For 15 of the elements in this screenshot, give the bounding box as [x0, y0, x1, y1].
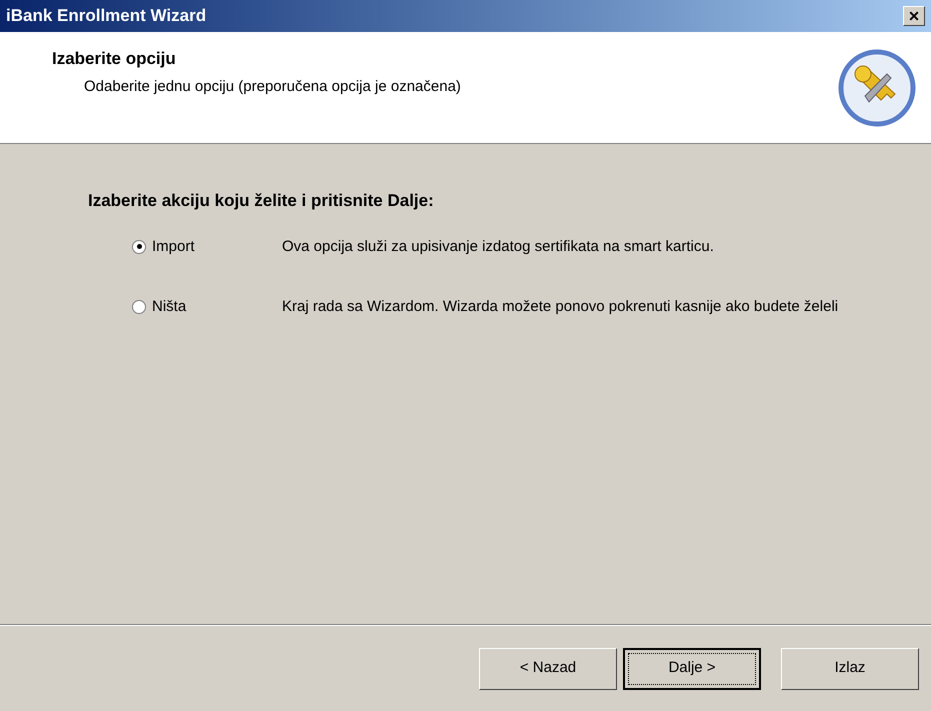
prompt-text: Izaberite akciju koju želite i pritisnite Dalje:: [88, 190, 435, 212]
radio-option[interactable]: Import: [132, 236, 282, 258]
window-title: iBank Enrollment Wizard: [6, 5, 206, 28]
radio-button[interactable]: [132, 240, 146, 254]
option-description: Kraj rada sa Wizardom. Wizarda možete ponovo pokrenuti kasnije ako budete želeli: [282, 297, 840, 317]
wizard-button[interactable]: Izlaz: [781, 648, 919, 690]
wizard-button[interactable]: < Nazad: [479, 648, 617, 690]
close-button[interactable]: ×: [903, 6, 925, 26]
header-subtitle: Odaberite jednu opciju (preporučena opcija je označena): [83, 76, 461, 96]
radio-option[interactable]: Ništa: [132, 296, 282, 318]
wizard-button[interactable]: Dalje >: [623, 648, 761, 690]
keys-icon: [837, 48, 917, 128]
option-description: Ova opcija služi za upisivanje izdatog sertifikata na smart karticu.: [282, 236, 715, 256]
radio-button[interactable]: [132, 300, 146, 314]
header-title: Izaberite opciju: [52, 48, 177, 70]
